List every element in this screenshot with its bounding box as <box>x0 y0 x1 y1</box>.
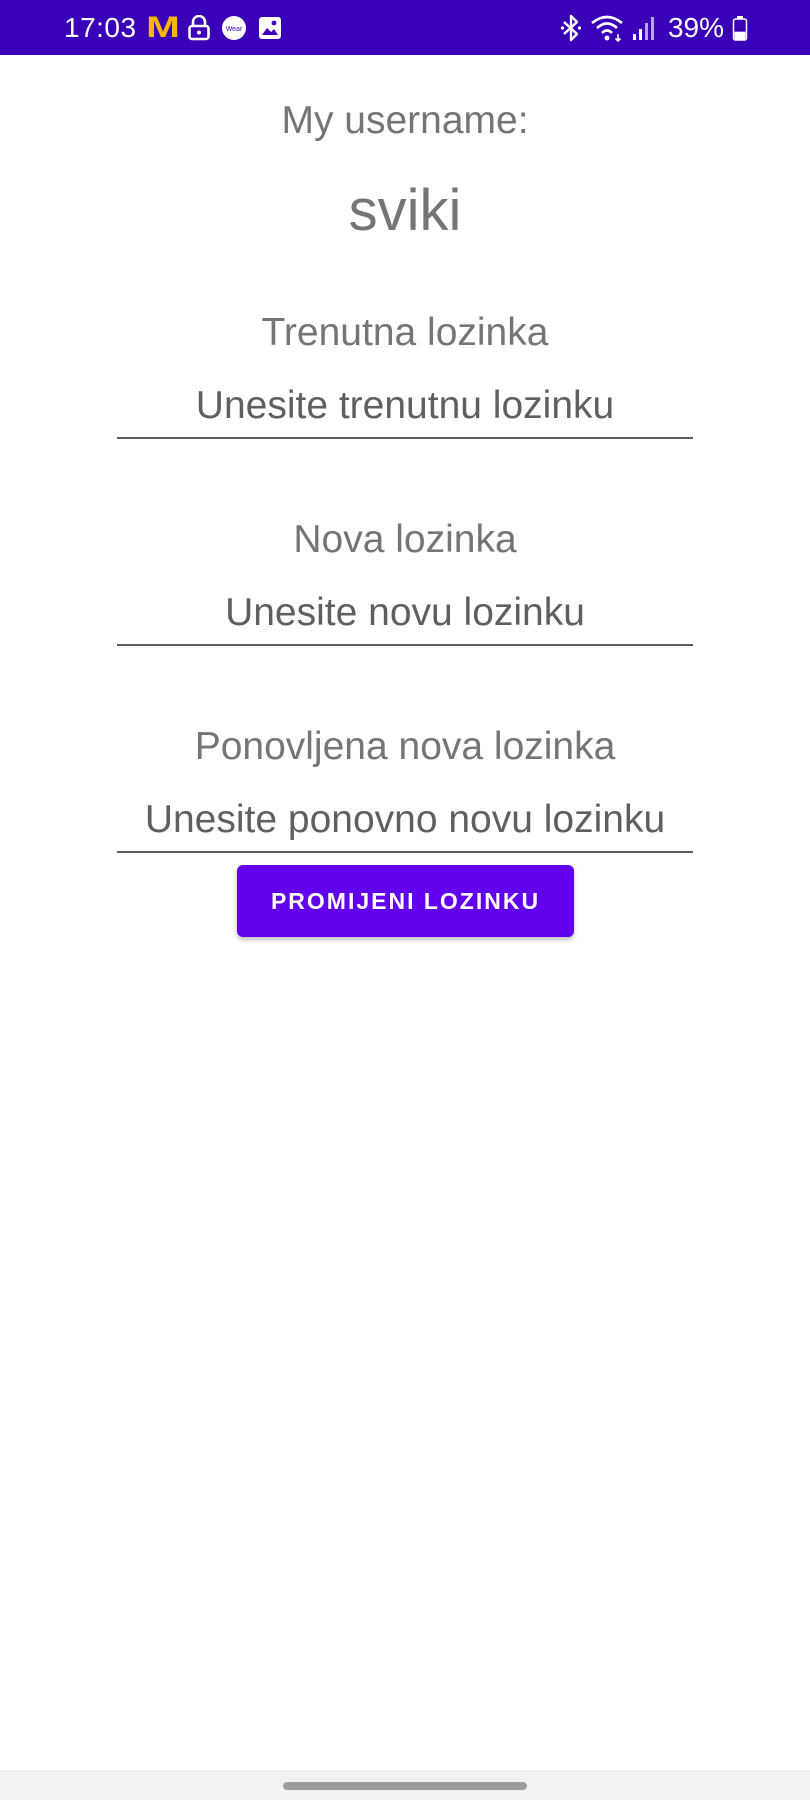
battery-icon <box>732 15 748 41</box>
username-value: sviki <box>348 178 462 243</box>
status-clock: 17:03 <box>64 11 137 43</box>
battery-percent: 39% <box>667 11 724 43</box>
new-password-input[interactable] <box>117 582 693 646</box>
gallery-icon <box>257 15 283 41</box>
username-label: My username: <box>281 99 529 142</box>
new-password-label: Nova lozinka <box>293 518 517 561</box>
lock-icon <box>187 14 211 41</box>
bluetooth-icon <box>560 14 582 42</box>
current-password-label: Trenutna lozinka <box>261 311 549 354</box>
current-password-input[interactable] <box>117 375 693 439</box>
mcdonalds-icon: M <box>145 10 180 44</box>
navigation-bar <box>0 1770 810 1800</box>
wifi-icon <box>590 14 624 42</box>
repeat-password-label: Ponovljena nova lozinka <box>194 725 616 768</box>
battery-fill <box>734 31 746 39</box>
signal-icon <box>632 15 654 41</box>
wear-icon: Wear <box>221 15 247 41</box>
wear-icon-label: Wear <box>225 26 242 33</box>
status-bar: 17:03 M Wear 39% <box>0 0 810 55</box>
status-bar-right: 39% <box>560 0 748 55</box>
status-bar-left: 17:03 M Wear <box>64 0 283 55</box>
change-password-button[interactable]: PROMIJENI LOZINKU <box>237 865 574 937</box>
repeat-password-input[interactable] <box>117 789 693 853</box>
gesture-handle[interactable] <box>283 1782 527 1790</box>
